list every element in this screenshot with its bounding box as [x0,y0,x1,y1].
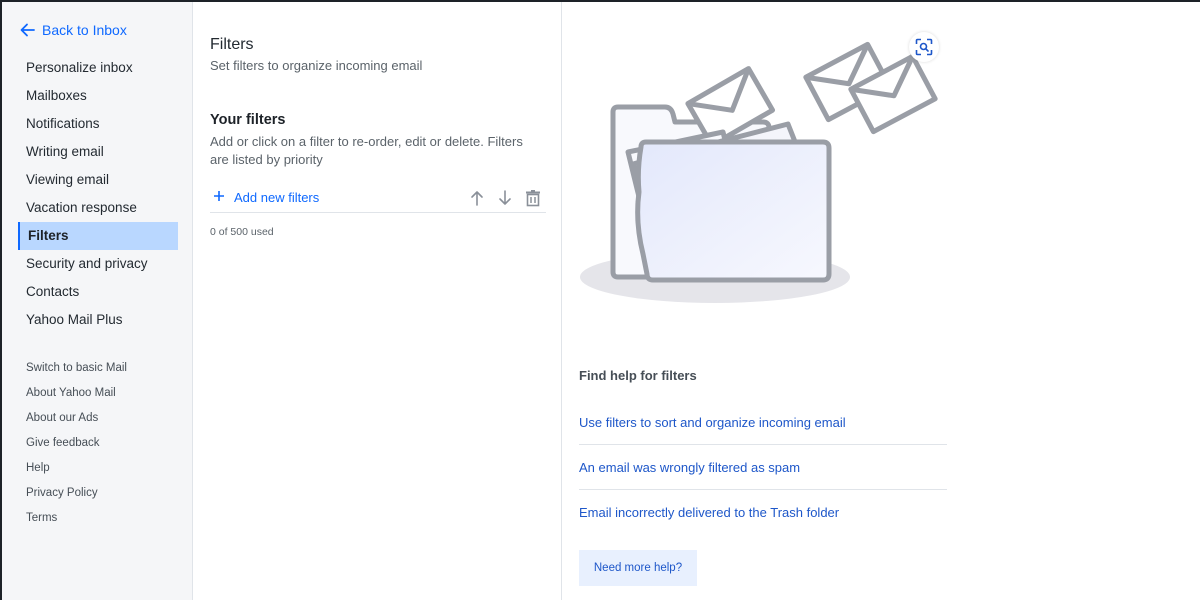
arrow-left-icon [20,23,35,37]
give-feedback-link[interactable]: Give feedback [26,431,186,456]
help-panel: Find help for filters Use filters to sor… [563,2,1200,600]
filters-usage: 0 of 500 used [210,226,274,238]
scan-icon [915,38,933,56]
add-new-filters-label: Add new filters [234,189,320,205]
page-subtitle: Set filters to organize incoming email [210,58,423,73]
filters-panel: Filters Set filters to organize incoming… [194,2,562,600]
settings-sidebar: Back to Inbox Personalize inbox Mailboxe… [2,2,193,600]
help-links: Use filters to sort and organize incomin… [579,400,947,535]
help-link-trash-folder[interactable]: Email incorrectly delivered to the Trash… [579,490,947,535]
folder-envelopes-illustration [580,41,938,303]
sidebar-item-vacation-response[interactable]: Vacation response [18,194,178,222]
back-to-inbox-label: Back to Inbox [42,22,127,38]
add-new-filters-button[interactable]: Add new filters [214,189,319,205]
arrow-down-icon[interactable] [496,189,514,207]
help-link[interactable]: Help [26,456,186,481]
sidebar-item-contacts[interactable]: Contacts [18,278,178,306]
about-yahoo-mail-link[interactable]: About Yahoo Mail [26,381,186,406]
secondary-links: Switch to basic Mail About Yahoo Mail Ab… [26,356,186,531]
sidebar-item-viewing-email[interactable]: Viewing email [18,166,178,194]
help-link-wrongly-filtered-spam[interactable]: An email was wrongly filtered as spam [579,445,947,490]
terms-link[interactable]: Terms [26,506,186,531]
sidebar-item-yahoo-mail-plus[interactable]: Yahoo Mail Plus [18,306,178,334]
about-our-ads-link[interactable]: About our Ads [26,406,186,431]
image-search-button[interactable] [909,32,939,62]
sidebar-item-security-and-privacy[interactable]: Security and privacy [18,250,178,278]
privacy-policy-link[interactable]: Privacy Policy [26,481,186,506]
back-to-inbox-link[interactable]: Back to Inbox [20,20,127,40]
filters-toolbar: Add new filters [210,187,546,213]
help-title: Find help for filters [579,368,697,383]
page-title: Filters [210,36,254,53]
your-filters-heading: Your filters [210,112,286,128]
filters-description: Add or click on a filter to re-order, ed… [210,134,523,167]
arrow-up-icon[interactable] [468,189,486,207]
help-link-sort-organize[interactable]: Use filters to sort and organize incomin… [579,400,947,445]
sidebar-item-writing-email[interactable]: Writing email [18,138,178,166]
switch-to-basic-mail-link[interactable]: Switch to basic Mail [26,356,186,381]
sidebar-item-filters[interactable]: Filters [18,222,178,250]
sidebar-item-mailboxes[interactable]: Mailboxes [18,82,178,110]
sidebar-item-personalize-inbox[interactable]: Personalize inbox [18,54,178,82]
settings-nav: Personalize inbox Mailboxes Notification… [18,54,178,334]
need-more-help-button[interactable]: Need more help? [579,550,697,586]
plus-icon [214,189,224,205]
trash-icon[interactable] [524,189,542,207]
sidebar-item-notifications[interactable]: Notifications [18,110,178,138]
